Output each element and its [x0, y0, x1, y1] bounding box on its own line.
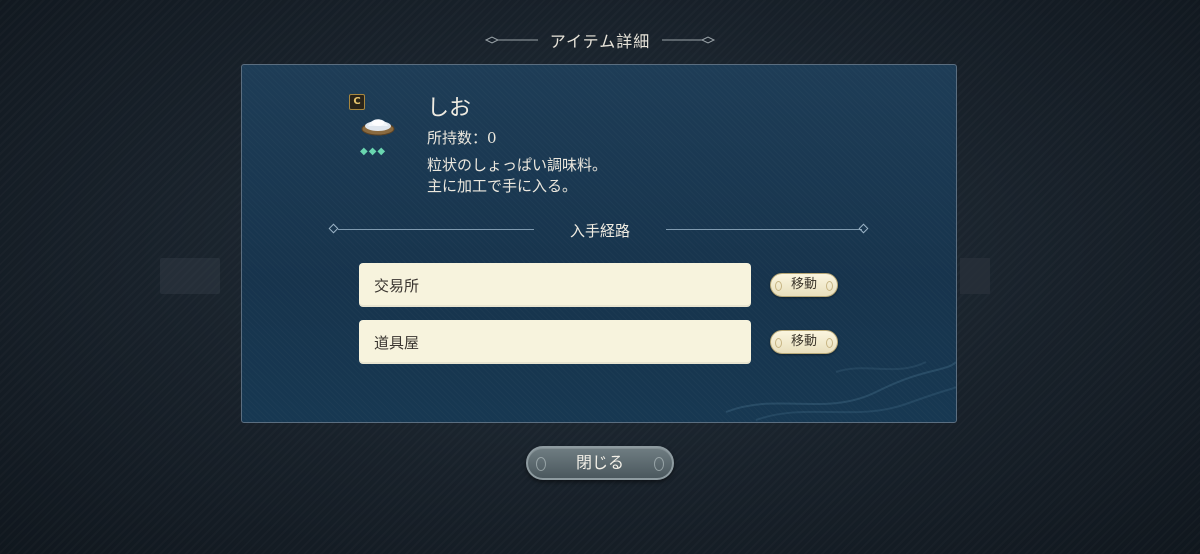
dialog-title: アイテム詳細	[549, 32, 651, 51]
dialog-title-bar: アイテム詳細	[0, 28, 1200, 52]
route-row-trading-post: 交易所 移動	[359, 263, 839, 307]
close-button[interactable]: 閉じる	[526, 446, 674, 480]
move-button[interactable]: 移動	[770, 273, 838, 297]
divider	[666, 229, 862, 230]
title-ornament-left-icon	[484, 36, 538, 44]
background-element	[960, 258, 990, 294]
item-name: しお	[427, 96, 472, 121]
title-ornament-right-icon	[662, 36, 716, 44]
route-field: 道具屋	[359, 320, 751, 364]
route-row-tool-shop: 道具屋 移動	[359, 320, 839, 364]
route-label: 道具屋	[374, 334, 420, 352]
move-button[interactable]: 移動	[770, 330, 838, 354]
item-description-line: 主に加工で手に入る。	[427, 177, 578, 195]
owned-count: 所持数：0	[427, 129, 497, 147]
rarity-indicator: ◆◆◆	[360, 146, 387, 157]
salt-bowl-icon	[361, 119, 395, 136]
route-field: 交易所	[359, 263, 751, 307]
rank-badge: C	[349, 94, 365, 110]
item-icon: C ◆◆◆	[345, 94, 405, 164]
route-label: 交易所	[374, 277, 420, 295]
background-element	[160, 258, 220, 294]
acquisition-heading: 入手経路	[328, 220, 870, 240]
item-description-line: 粒状のしょっぱい調味料。	[427, 156, 608, 174]
acquisition-heading-label: 入手経路	[569, 222, 630, 240]
